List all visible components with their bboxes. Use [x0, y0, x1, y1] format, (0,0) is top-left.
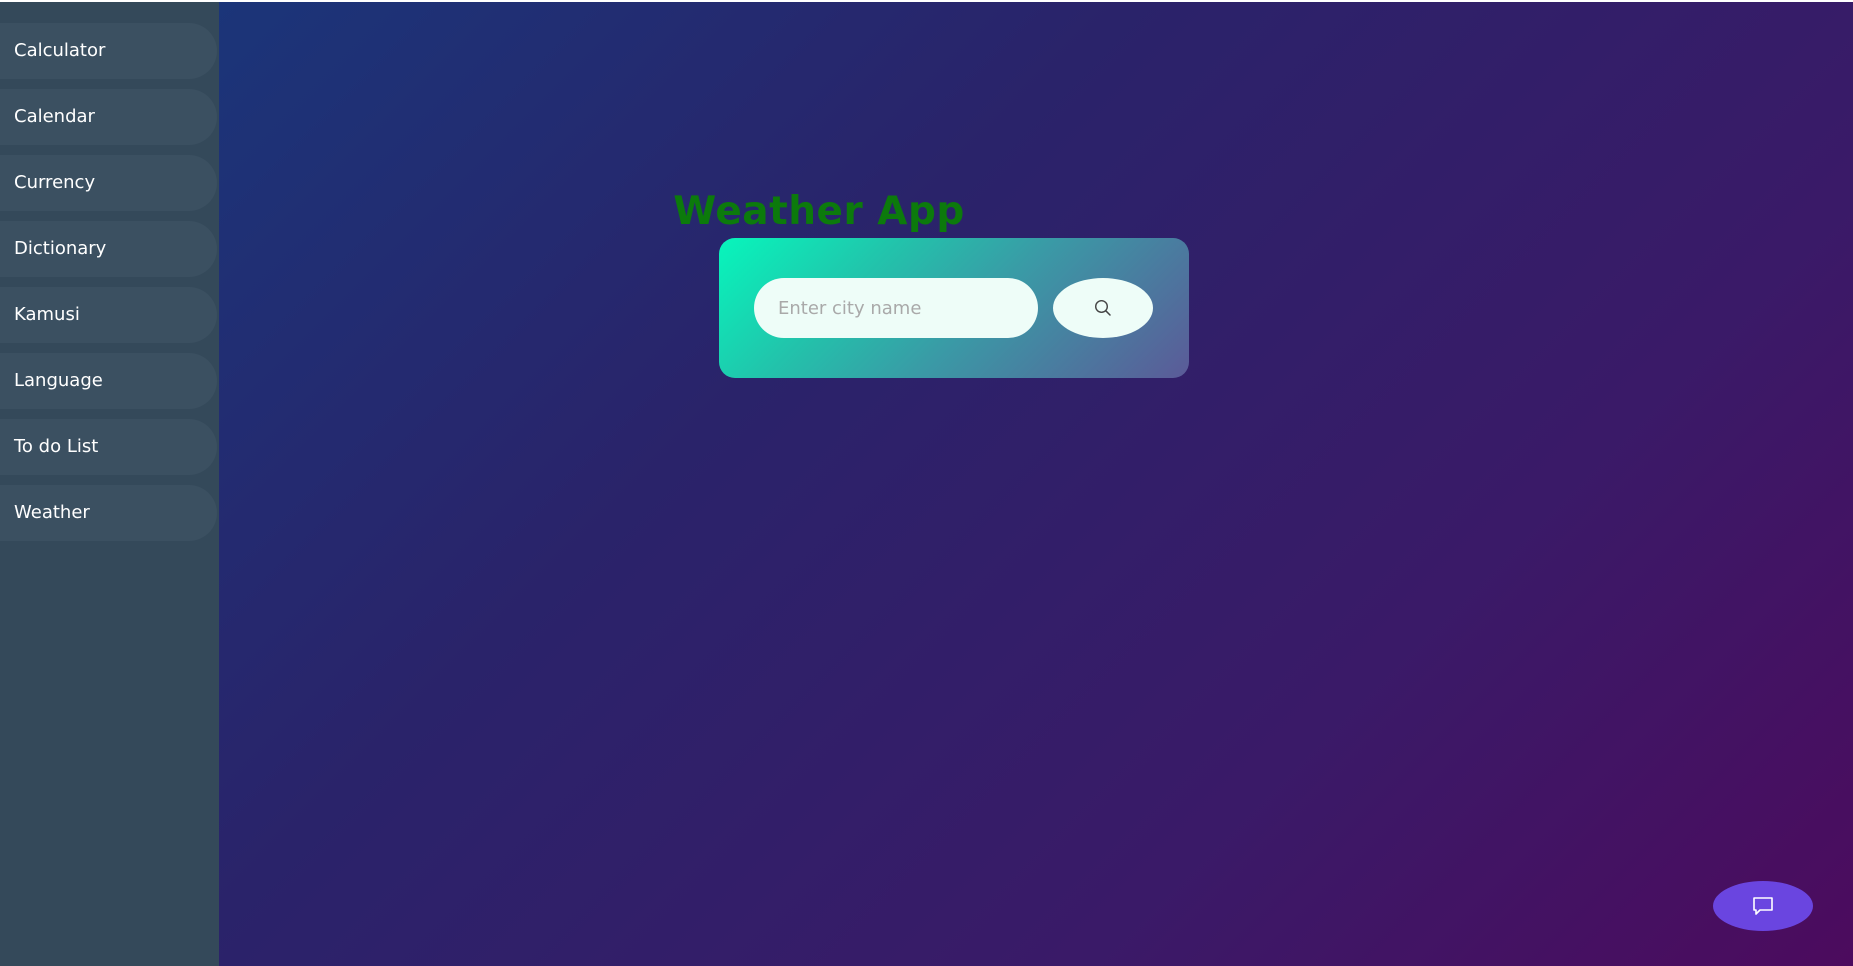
city-search-input[interactable] [754, 278, 1038, 338]
sidebar: Calculator Calendar Currency Dictionary … [0, 2, 219, 966]
sidebar-item-to-do-list[interactable]: To do List [0, 419, 217, 475]
sidebar-item-kamusi[interactable]: Kamusi [0, 287, 217, 343]
app-window: Calculator Calendar Currency Dictionary … [0, 2, 1853, 966]
sidebar-item-calendar[interactable]: Calendar [0, 89, 217, 145]
sidebar-item-currency[interactable]: Currency [0, 155, 217, 211]
chat-bubble-icon [1753, 897, 1773, 915]
sidebar-item-weather[interactable]: Weather [0, 485, 217, 541]
page-title: Weather App [673, 189, 965, 234]
main-content: Weather App [219, 2, 1853, 966]
search-button[interactable] [1053, 278, 1153, 338]
search-card [719, 238, 1189, 378]
sidebar-item-language[interactable]: Language [0, 353, 217, 409]
search-icon [1094, 299, 1111, 316]
sidebar-item-calculator[interactable]: Calculator [0, 23, 217, 79]
chat-button[interactable] [1713, 881, 1813, 931]
sidebar-item-dictionary[interactable]: Dictionary [0, 221, 217, 277]
